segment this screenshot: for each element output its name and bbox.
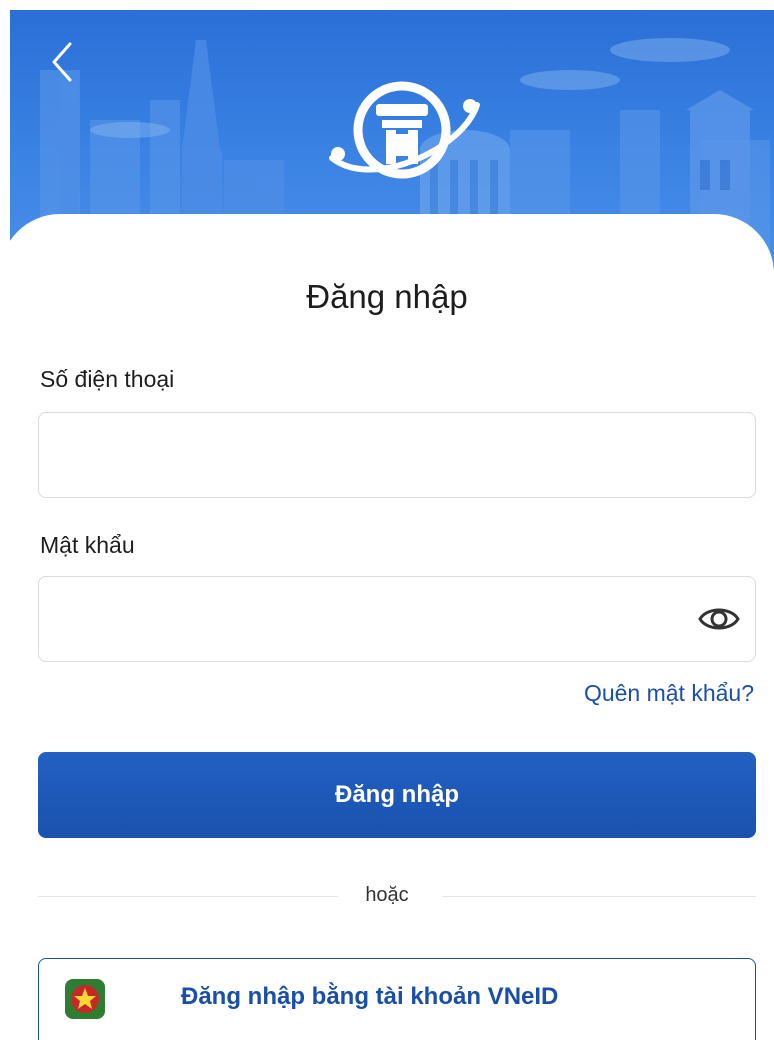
vneid-emblem-icon xyxy=(65,979,105,1019)
phone-input[interactable] xyxy=(39,413,699,497)
page-title: Đăng nhập xyxy=(306,278,468,315)
forgot-password-link[interactable]: Quên mật khẩu? xyxy=(584,680,754,707)
login-button-label: Đăng nhập xyxy=(335,781,459,808)
hanoi-emblem-icon xyxy=(329,81,480,179)
login-screen: Đăng nhập Số điện thoại Mật khẩu Quên mậ… xyxy=(0,0,774,1040)
phone-label: Số điện thoại xyxy=(40,366,175,392)
chevron-left-icon xyxy=(52,42,72,82)
back-button[interactable] xyxy=(40,36,84,88)
vneid-login-label: Đăng nhập bằng tài khoản VNeID xyxy=(181,983,559,1010)
phone-field[interactable] xyxy=(38,412,756,498)
password-label: Mật khẩu xyxy=(40,532,135,558)
password-input[interactable] xyxy=(39,577,699,661)
password-field[interactable] xyxy=(38,576,756,662)
vneid-login-button[interactable]: Đăng nhập bằng tài khoản VNeID xyxy=(38,958,756,1040)
eye-icon[interactable] xyxy=(697,603,741,635)
divider-text: hoặc xyxy=(365,884,409,906)
login-button[interactable]: Đăng nhập xyxy=(38,752,756,838)
